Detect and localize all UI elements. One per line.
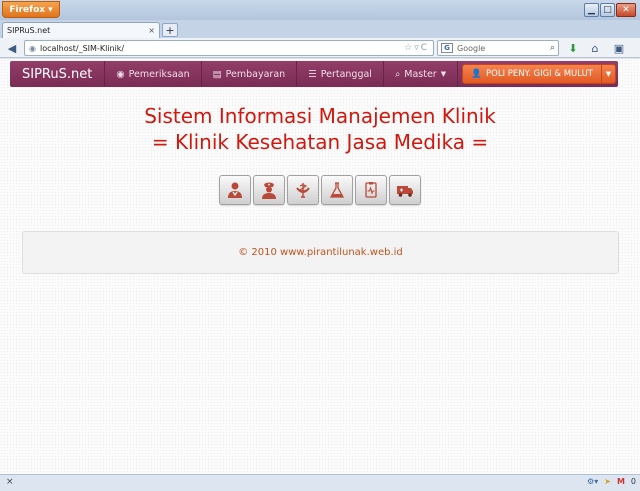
firefox-menu-button[interactable]: Firefox ▾ xyxy=(2,1,60,18)
medical-record-icon xyxy=(365,182,377,198)
page-content: SIPRuS.net ◉ Pemeriksaan ▤ Pembayaran ☰ … xyxy=(0,59,640,474)
nav-master-dropdown[interactable]: ⌕ Master ▼ xyxy=(384,61,459,87)
new-tab-button[interactable]: + xyxy=(162,23,178,37)
status-bar: × ⚙▾ ➤ M 0 xyxy=(0,474,640,491)
poli-button-label: POLI PENY. GIGI & MULUT xyxy=(486,69,593,79)
nurse-icon xyxy=(262,182,276,199)
minimize-icon[interactable]: ▁ xyxy=(584,3,599,17)
back-arrow-icon[interactable]: ◀ xyxy=(3,40,21,56)
cursor-icon[interactable]: ➤ xyxy=(604,477,611,486)
caret-down-icon: ▼ xyxy=(605,70,612,78)
doctor-button[interactable] xyxy=(219,175,251,205)
nav-pertanggal-label: Pertanggal xyxy=(320,68,372,80)
gmail-count: 0 xyxy=(630,477,636,486)
nav-pembayaran[interactable]: ▤ Pembayaran xyxy=(202,61,298,87)
poli-button[interactable]: 👤 POLI PENY. GIGI & MULUT xyxy=(463,65,601,83)
pharmacy-icon xyxy=(296,183,310,198)
tab-title: SIPRuS.net xyxy=(7,26,51,35)
close-window-icon[interactable]: ✕ xyxy=(616,3,636,17)
poli-selector: 👤 POLI PENY. GIGI & MULUT ▼ xyxy=(462,64,616,84)
chevron-down-icon: ▾ xyxy=(48,4,53,15)
copyright-text: © 2010 www.pirantilunak.web.id xyxy=(238,247,403,258)
window-titlebar: Firefox ▾ ▁ □ ✕ xyxy=(0,0,640,20)
gmail-icon[interactable]: M xyxy=(617,477,625,486)
download-icon[interactable]: ⬇ xyxy=(564,40,582,56)
tab-strip: SIPRuS.net × + xyxy=(0,20,640,38)
url-text: localhost/_SIM-Klinik/ xyxy=(39,43,125,53)
status-icons: ⚙▾ ➤ M 0 xyxy=(587,477,636,486)
search-placeholder: Google xyxy=(457,43,486,53)
ambulance-button[interactable] xyxy=(389,175,421,205)
hero-line-2: = Klinik Kesehatan Jasa Medika = xyxy=(151,130,489,154)
brand-link[interactable]: SIPRuS.net xyxy=(10,61,106,87)
nav-master-label: Master xyxy=(404,68,437,80)
footer-box: © 2010 www.pirantilunak.web.id xyxy=(22,231,619,274)
list-icon: ☰ xyxy=(308,68,317,80)
printer-icon: ▤ xyxy=(212,68,222,80)
nav-pemeriksaan[interactable]: ◉ Pemeriksaan xyxy=(105,61,202,87)
search-icon[interactable]: ⌕ xyxy=(550,43,555,53)
browser-navbar: ◀ ◉ localhost/_SIM-Klinik/ ☆▿C G Google … xyxy=(0,38,640,58)
hero-title: Sistem Informasi Manajemen Klinik = Klin… xyxy=(0,103,640,155)
poli-dropdown-toggle[interactable]: ▼ xyxy=(601,65,615,83)
doctor-icon xyxy=(228,182,242,198)
addon-bar-close-icon[interactable]: × xyxy=(6,477,14,487)
url-bar[interactable]: ◉ localhost/_SIM-Klinik/ ☆▿C xyxy=(24,40,434,56)
window-controls: ▁ □ ✕ xyxy=(584,3,636,17)
search-icon: ⌕ xyxy=(394,68,401,80)
laboratory-button[interactable] xyxy=(321,175,353,205)
pharmacy-button[interactable] xyxy=(287,175,319,205)
user-icon: 👤 xyxy=(471,69,482,79)
firefox-menu-label: Firefox xyxy=(9,4,46,15)
addon-icon[interactable]: ⚙▾ xyxy=(587,477,598,486)
browser-tab[interactable]: SIPRuS.net × xyxy=(2,22,160,38)
nurse-button[interactable] xyxy=(253,175,285,205)
home-icon[interactable]: ⌂ xyxy=(586,40,604,56)
module-shortcuts xyxy=(219,175,421,205)
menu-icon[interactable]: ▣ xyxy=(610,40,628,56)
medical-record-button[interactable] xyxy=(355,175,387,205)
ambulance-icon xyxy=(397,186,413,197)
hero-line-1: Sistem Informasi Manajemen Klinik xyxy=(144,104,496,128)
search-input[interactable]: G Google ⌕ xyxy=(437,40,559,56)
nav-pembayaran-label: Pembayaran xyxy=(225,68,286,80)
nav-pemeriksaan-label: Pemeriksaan xyxy=(128,68,190,80)
site-globe-icon: ◉ xyxy=(29,43,36,53)
app-navbar: SIPRuS.net ◉ Pemeriksaan ▤ Pembayaran ☰ … xyxy=(10,61,618,87)
google-engine-icon[interactable]: G xyxy=(441,43,453,53)
caret-down-icon: ▼ xyxy=(440,70,447,78)
maximize-icon[interactable]: □ xyxy=(600,3,615,17)
eye-icon: ◉ xyxy=(116,68,125,80)
tab-close-icon[interactable]: × xyxy=(148,26,155,35)
bookmark-star-icon[interactable]: ☆▿C xyxy=(404,43,429,53)
lab-flask-icon xyxy=(329,182,345,198)
nav-pertanggal[interactable]: ☰ Pertanggal xyxy=(297,61,384,87)
